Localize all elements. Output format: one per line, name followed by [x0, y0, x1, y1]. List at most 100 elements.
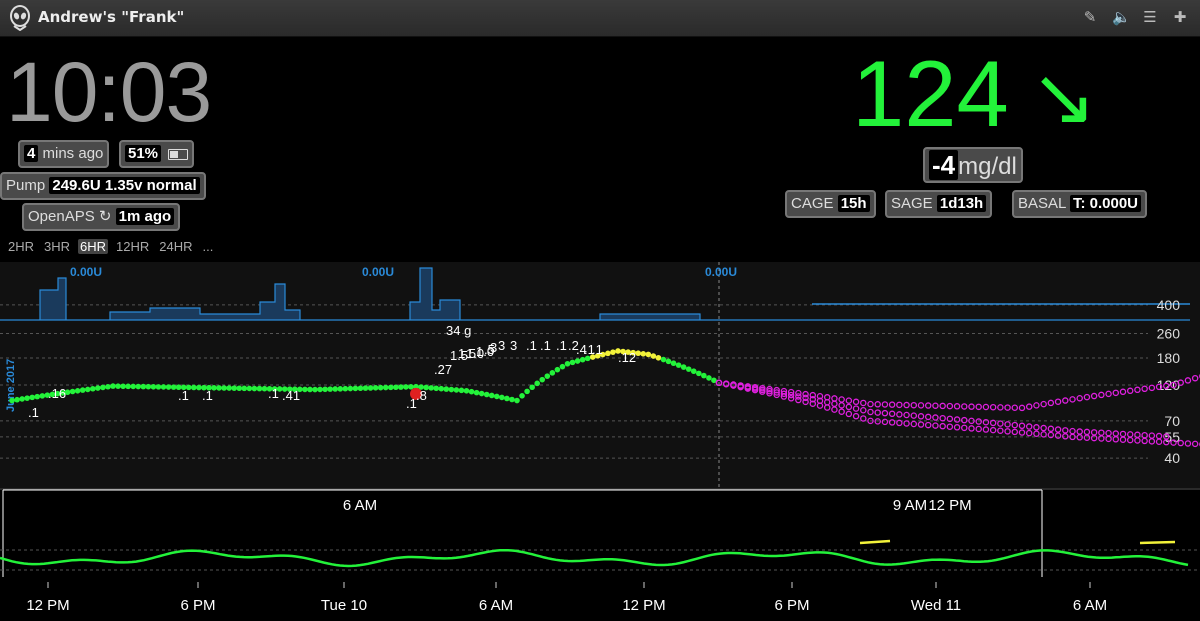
bg-point: [130, 383, 136, 390]
bg-point: [165, 384, 172, 390]
bg-point: [241, 385, 248, 392]
range-6hr[interactable]: 6HR: [78, 239, 109, 254]
menu-icon[interactable]: ☰: [1142, 8, 1158, 26]
bg-point: [9, 397, 15, 404]
bg-point: [69, 388, 76, 395]
bg-point: [610, 349, 616, 355]
bg-point: [488, 392, 495, 399]
treatment-annotation: .27: [434, 362, 452, 377]
sage-value: 1d13h: [936, 195, 987, 212]
bg-point: [100, 384, 106, 391]
bg-point: [312, 386, 318, 393]
title-bar: Andrew's "Frank" ✎ 🔈 ☰ ✚: [0, 0, 1200, 37]
bg-point: [135, 383, 142, 390]
bg-point: [372, 385, 379, 391]
mins-ago-label: mins ago: [42, 145, 104, 162]
bg-point: [170, 384, 177, 390]
bg-point: [95, 385, 101, 391]
bg-point: [544, 373, 551, 379]
bg-point: [251, 385, 258, 392]
bg-point: [504, 395, 510, 402]
bg-point: [448, 386, 455, 393]
overview-x-tick: 9 AM: [893, 497, 927, 514]
basal-pill[interactable]: BASAL T: 0.000U: [1012, 190, 1148, 218]
bg-delta-unit: mg/dl: [958, 153, 1017, 180]
bg-point: [635, 350, 641, 357]
bg-point: [196, 384, 202, 391]
treatment-annotation: .1: [526, 338, 537, 353]
basal-value: T: 0.000U: [1069, 195, 1142, 212]
range-more[interactable]: ...: [201, 239, 216, 254]
bg-point: [403, 384, 409, 390]
range-2hr[interactable]: 2HR: [6, 239, 36, 254]
range-24hr[interactable]: 24HR: [157, 239, 194, 254]
bg-point: [453, 387, 460, 393]
bg-point: [105, 383, 111, 390]
bg-point: [19, 396, 25, 402]
plus-icon[interactable]: ✚: [1172, 8, 1188, 26]
bg-point: [696, 370, 702, 377]
openaps-value: 1m ago: [115, 208, 175, 225]
bg-point: [706, 375, 712, 381]
treatment-annotation: .41: [282, 388, 300, 403]
bg-point: [554, 366, 561, 373]
mins-ago-value: 4: [24, 145, 39, 162]
treatment-annotation: .1: [28, 405, 39, 420]
treatment-annotation: .1: [540, 338, 551, 353]
bg-value: 124: [852, 41, 1009, 146]
basal-label: 0.00U: [70, 265, 102, 279]
cage-pill[interactable]: CAGE 15h: [785, 190, 876, 218]
bg-point: [231, 385, 237, 391]
bg-point: [261, 385, 268, 392]
overview-x-tick: 6 AM: [343, 497, 377, 514]
bg-point: [90, 385, 96, 392]
bg-point: [79, 387, 86, 393]
range-12hr[interactable]: 12HR: [114, 239, 151, 254]
bg-point: [155, 384, 162, 390]
bg-point: [39, 393, 46, 399]
last-reading-pill[interactable]: 4 mins ago: [18, 140, 110, 168]
bg-point: [458, 387, 465, 394]
bg-point: [574, 358, 581, 364]
refresh-icon: ↻: [98, 208, 112, 225]
bg-point: [110, 383, 116, 389]
cage-value: 15h: [837, 195, 870, 212]
bg-point: [367, 385, 374, 391]
alien-logo-icon: [10, 5, 30, 31]
bg-point: [569, 359, 576, 366]
pump-pill[interactable]: Pump 249.6U 1.35v normal: [0, 172, 206, 200]
bg-point: [115, 383, 121, 389]
openaps-label: OpenAPS: [28, 208, 95, 225]
pump-value: 249.6U 1.35v normal: [49, 177, 200, 194]
bg-point: [145, 383, 152, 390]
bg-point: [236, 385, 243, 392]
bg-point: [347, 385, 354, 392]
treatment-annotation: .1: [178, 388, 189, 403]
x-tick-label: Wed 11: [911, 597, 961, 614]
bg-point: [701, 372, 707, 379]
bg-point: [34, 393, 41, 400]
treatment-annotation: .1: [202, 388, 213, 403]
battery-pill[interactable]: 51%: [119, 140, 195, 168]
treatment-annotation: .1: [592, 342, 603, 357]
y-tick-label: 180: [1157, 350, 1181, 366]
volume-icon[interactable]: 🔈: [1112, 8, 1131, 26]
bg-point: [680, 364, 687, 370]
bg-point: [125, 383, 131, 390]
bg-point: [160, 384, 167, 390]
bg-point: [302, 386, 308, 393]
basal-label: BASAL: [1018, 195, 1066, 212]
bg-point: [438, 385, 445, 392]
bg-point: [322, 386, 328, 393]
edit-icon[interactable]: ✎: [1082, 8, 1098, 26]
openaps-pill[interactable]: OpenAPS ↻ 1m ago: [22, 203, 181, 231]
window-title: Andrew's "Frank": [38, 8, 185, 26]
cage-label: CAGE: [791, 195, 834, 212]
treatment-annotation: 3: [490, 340, 497, 355]
glucose-chart[interactable]: 0.00U 0.00U 0.00UJune 2017 400260180120705…: [0, 262, 1200, 621]
y-tick-label: 400: [1157, 297, 1181, 313]
sage-pill[interactable]: SAGE 1d13h: [885, 190, 993, 218]
range-3hr[interactable]: 3HR: [42, 239, 72, 254]
bg-point: [443, 386, 450, 392]
bg-point: [519, 393, 525, 399]
